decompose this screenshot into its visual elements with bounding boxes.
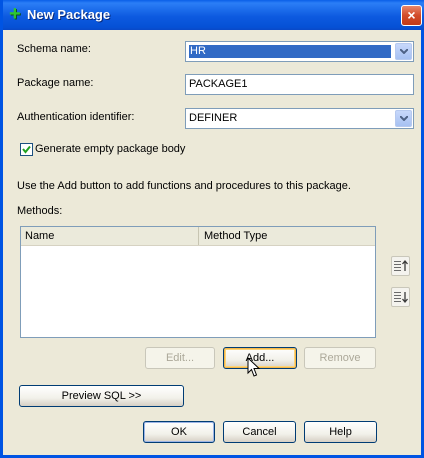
schema-name-value: HR <box>189 45 391 58</box>
close-button[interactable]: × <box>401 5 422 26</box>
methods-hint-text: Use the Add button to add functions and … <box>17 180 351 192</box>
dialog-title: New Package <box>27 7 111 22</box>
package-name-input[interactable]: PACKAGE1 <box>185 74 414 95</box>
generate-body-checkbox[interactable] <box>20 143 33 156</box>
remove-button[interactable]: Remove <box>304 347 376 369</box>
cancel-button[interactable]: Cancel <box>223 421 296 443</box>
auth-identifier-label: Authentication identifier: <box>17 111 135 123</box>
preview-sql-button[interactable]: Preview SQL >> <box>19 385 184 407</box>
move-up-icon <box>394 259 408 271</box>
schema-name-dropdown[interactable]: HR <box>185 41 414 62</box>
help-button[interactable]: Help <box>304 421 377 443</box>
new-package-plus-icon: + <box>9 3 21 25</box>
column-header-name[interactable]: Name <box>21 227 199 245</box>
new-package-dialog: + New Package × Schema name: HR Package … <box>0 0 424 458</box>
generate-body-label[interactable]: Generate empty package body <box>35 143 185 155</box>
mouse-pointer-icon <box>247 357 261 377</box>
auth-identifier-dropdown[interactable]: DEFINER <box>185 108 414 129</box>
chevron-down-icon[interactable] <box>395 110 412 127</box>
ok-button[interactable]: OK <box>143 421 215 443</box>
move-down-icon <box>394 292 408 304</box>
edit-button[interactable]: Edit... <box>145 347 215 369</box>
methods-table-header: Name Method Type <box>21 227 375 246</box>
auth-identifier-value: DEFINER <box>189 112 238 124</box>
move-up-button[interactable] <box>391 256 410 276</box>
title-bar[interactable]: + New Package × <box>3 0 424 30</box>
package-name-label: Package name: <box>17 77 94 89</box>
methods-table[interactable]: Name Method Type <box>20 226 376 338</box>
chevron-down-icon[interactable] <box>395 43 412 60</box>
column-header-method-type[interactable]: Method Type <box>200 227 375 245</box>
schema-name-label: Schema name: <box>17 43 91 55</box>
move-down-button[interactable] <box>391 287 410 307</box>
methods-label: Methods: <box>17 205 63 217</box>
